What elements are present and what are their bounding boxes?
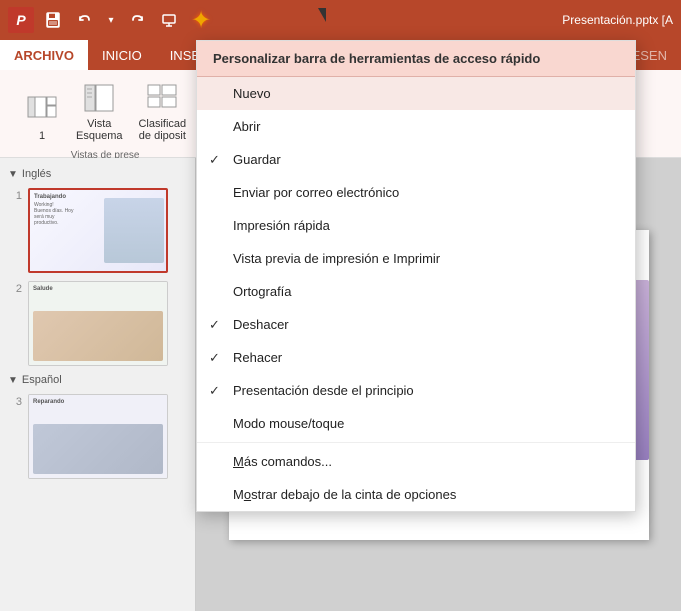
dropdown-item-print-quick[interactable]: Impresión rápida: [197, 209, 635, 242]
check-icon-slideshow: ✓: [209, 383, 220, 399]
dropdown-item-abrir[interactable]: Abrir: [197, 110, 635, 143]
dropdown-item-nuevo[interactable]: Nuevo: [197, 77, 635, 110]
dropdown-spell-label: Ortografía: [233, 284, 292, 299]
dropdown-item-guardar[interactable]: ✓ Guardar: [197, 143, 635, 176]
dropdown-item-redo[interactable]: ✓ Rehacer: [197, 341, 635, 374]
dropdown-redo-label: Rehacer: [233, 350, 282, 365]
dropdown-show-below-label: Mostrar debajo de la cinta de opciones: [233, 487, 456, 502]
dropdown-item-email[interactable]: Enviar por correo electrónico: [197, 176, 635, 209]
check-icon-guardar: ✓: [209, 152, 220, 168]
dropdown-undo-label: Deshacer: [233, 317, 289, 332]
customize-toolbar-dropdown: Personalizar barra de herramientas de ac…: [196, 40, 636, 512]
dropdown-item-mouse-mode[interactable]: Modo mouse/toque: [197, 407, 635, 440]
dropdown-nuevo-label: Nuevo: [233, 86, 271, 101]
dropdown-overlay[interactable]: Personalizar barra de herramientas de ac…: [0, 0, 681, 611]
dropdown-item-show-below[interactable]: Mostrar debajo de la cinta de opciones: [197, 478, 635, 511]
dropdown-slideshow-label: Presentación desde el principio: [233, 383, 414, 398]
dropdown-item-slideshow[interactable]: ✓ Presentación desde el principio: [197, 374, 635, 407]
dropdown-more-label: M: [233, 454, 244, 469]
dropdown-divider: [197, 442, 635, 443]
dropdown-item-undo[interactable]: ✓ Deshacer: [197, 308, 635, 341]
check-icon-undo: ✓: [209, 317, 220, 333]
dropdown-abrir-label: Abrir: [233, 119, 260, 134]
dropdown-print-quick-label: Impresión rápida: [233, 218, 330, 233]
dropdown-item-more[interactable]: Más comandos...: [197, 445, 635, 478]
dropdown-item-print-preview[interactable]: Vista previa de impresión e Imprimir: [197, 242, 635, 275]
dropdown-item-spell[interactable]: Ortografía: [197, 275, 635, 308]
dropdown-guardar-label: Guardar: [233, 152, 281, 167]
dropdown-print-preview-label: Vista previa de impresión e Imprimir: [233, 251, 440, 266]
dropdown-email-label: Enviar por correo electrónico: [233, 185, 399, 200]
dropdown-mouse-mode-label: Modo mouse/toque: [233, 416, 344, 431]
dropdown-more-label-rest: ás comandos...: [244, 454, 332, 469]
check-icon-redo: ✓: [209, 350, 220, 366]
dropdown-header: Personalizar barra de herramientas de ac…: [197, 41, 635, 77]
